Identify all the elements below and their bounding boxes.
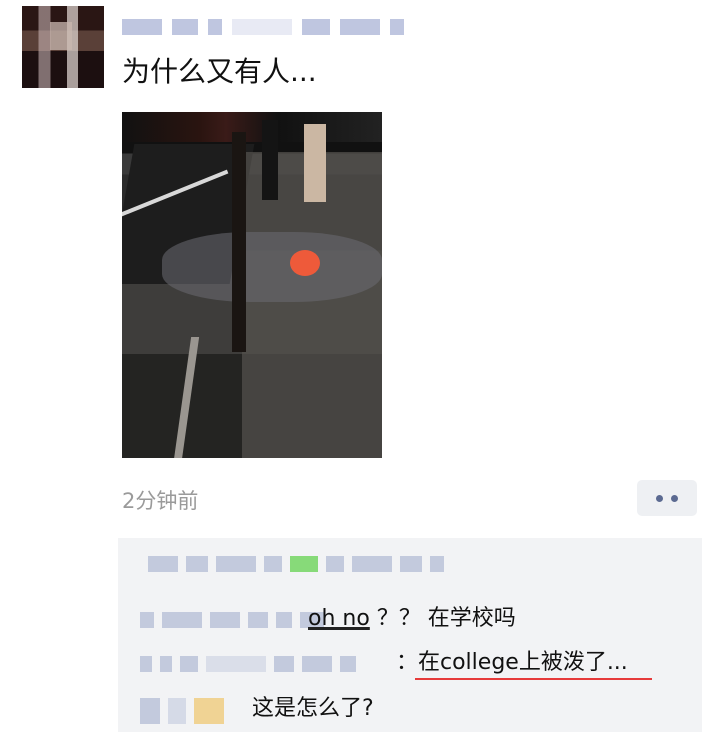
commenter-name[interactable] bbox=[140, 698, 224, 724]
commenter-name[interactable] bbox=[140, 612, 324, 628]
likes-row bbox=[148, 556, 444, 572]
comment-text-highlight: oh no bbox=[308, 606, 370, 631]
comment-item[interactable]: ：在college上被泼了... bbox=[396, 644, 628, 676]
avatar[interactable] bbox=[22, 6, 104, 88]
more-options-icon[interactable] bbox=[637, 480, 697, 516]
post-time: 2分钟前 bbox=[122, 489, 199, 513]
post-photo[interactable] bbox=[122, 112, 382, 458]
comments-panel: oh no ？？ 在学校吗 ：在college上被泼了... 这是怎么了? bbox=[118, 538, 702, 732]
comment-text: ？？ 在学校吗 bbox=[376, 606, 516, 631]
text-underline bbox=[415, 678, 652, 680]
comment-item[interactable]: 这是怎么了? bbox=[252, 690, 374, 722]
poster-name[interactable] bbox=[122, 14, 422, 40]
post-text: 为什么又有人... bbox=[122, 55, 317, 88]
comment-item[interactable]: oh no ？？ 在学校吗 bbox=[308, 600, 516, 632]
commenter-name[interactable] bbox=[140, 656, 356, 672]
